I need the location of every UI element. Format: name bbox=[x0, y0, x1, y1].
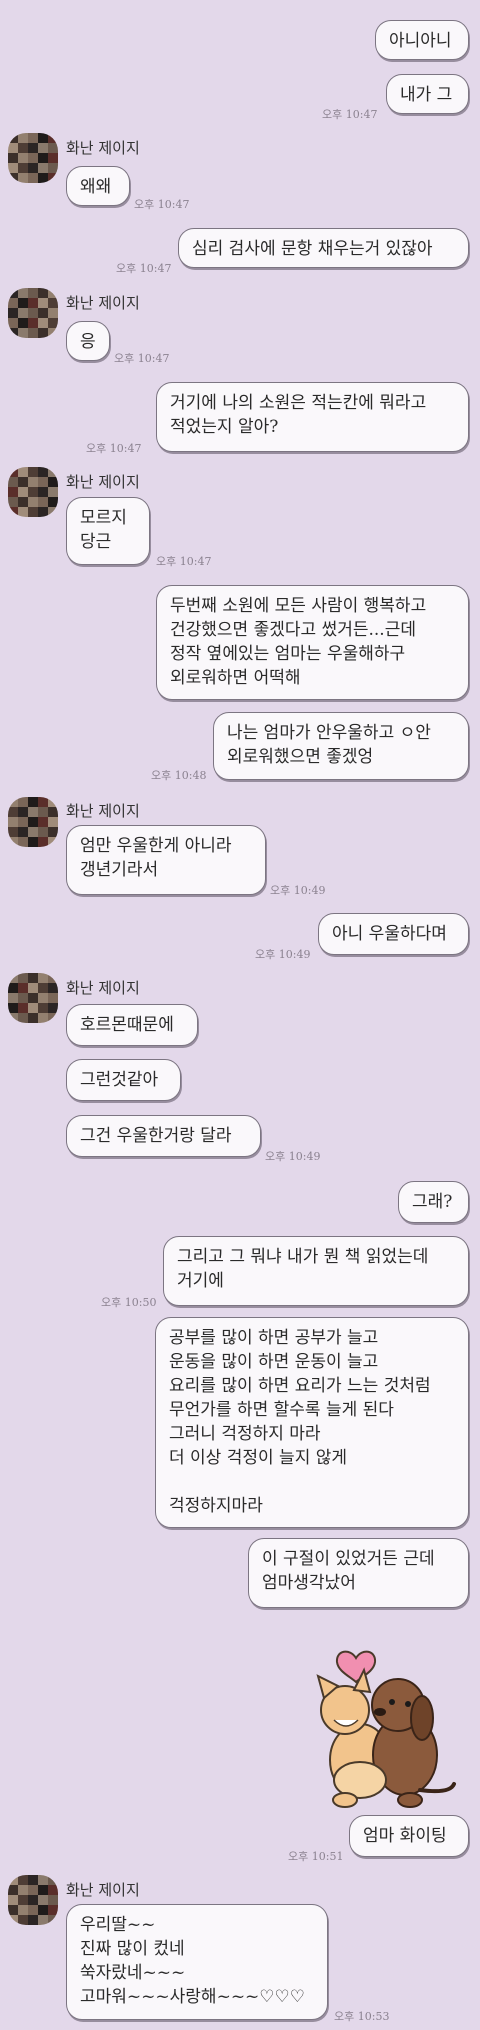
timestamp: 오후 10:47 bbox=[156, 555, 212, 568]
message-bubble-sent[interactable]: 아니 우울하다며 bbox=[318, 913, 469, 955]
avatar[interactable] bbox=[8, 288, 58, 338]
message-bubble-received[interactable]: 모르지 당근 bbox=[66, 497, 150, 565]
sender-name: 화난 제이지 bbox=[66, 139, 140, 157]
sender-name: 화난 제이지 bbox=[66, 802, 140, 820]
avatar[interactable] bbox=[8, 133, 58, 183]
timestamp: 오후 10:49 bbox=[270, 884, 326, 897]
dogs-hugging-heart-sticker[interactable] bbox=[310, 1640, 460, 1810]
message-bubble-sent[interactable]: 이 구절이 있었거든 근데 엄마생각났어 bbox=[248, 1538, 469, 1608]
message-bubble-received[interactable]: 엄만 우울한게 아니라 갱년기라서 bbox=[66, 825, 266, 895]
timestamp: 오후 10:53 bbox=[334, 2010, 390, 2023]
message-bubble-received[interactable]: 호르몬때문에 bbox=[66, 1004, 198, 1046]
sender-name: 화난 제이지 bbox=[66, 294, 140, 312]
timestamp: 오후 10:47 bbox=[86, 442, 142, 455]
message-bubble-received[interactable]: 우리딸~~ 진짜 많이 컸네 쑥자랐네~~~ 고마워~~~사랑해~~~♡♡♡ bbox=[66, 1904, 328, 2020]
sender-name: 화난 제이지 bbox=[66, 1881, 140, 1899]
message-bubble-sent[interactable]: 엄마 화이팅 bbox=[349, 1815, 469, 1857]
timestamp: 오후 10:47 bbox=[114, 352, 170, 365]
message-bubble-sent[interactable]: 거기에 나의 소원은 적는칸에 뭐라고 적었는지 알아? bbox=[156, 382, 469, 452]
timestamp: 오후 10:47 bbox=[116, 262, 172, 275]
message-bubble-sent[interactable]: 두번째 소원에 모든 사람이 행복하고 건강했으면 좋겠다고 썼거든...근데 … bbox=[156, 585, 469, 700]
timestamp: 오후 10:49 bbox=[255, 948, 311, 961]
message-bubble-sent[interactable]: 내가 그 bbox=[386, 74, 469, 114]
sender-name: 화난 제이지 bbox=[66, 473, 140, 491]
sender-name: 화난 제이지 bbox=[66, 979, 140, 997]
timestamp: 오후 10:49 bbox=[265, 1150, 321, 1163]
avatar[interactable] bbox=[8, 973, 58, 1023]
timestamp: 오후 10:51 bbox=[288, 1850, 344, 1863]
message-bubble-sent[interactable]: 심리 검사에 문항 채우는거 있잖아 bbox=[178, 228, 469, 268]
heart-icon bbox=[335, 1650, 377, 1684]
message-bubble-sent[interactable]: 그리고 그 뭐냐 내가 뭔 책 읽었는데 거기에 bbox=[163, 1236, 469, 1306]
timestamp: 오후 10:47 bbox=[134, 198, 190, 211]
message-bubble-sent[interactable]: 그래? bbox=[398, 1181, 469, 1223]
avatar[interactable] bbox=[8, 467, 58, 517]
timestamp: 오후 10:48 bbox=[151, 769, 207, 782]
avatar[interactable] bbox=[8, 1875, 58, 1925]
message-bubble-sent[interactable]: 아니아니 bbox=[375, 20, 469, 60]
timestamp: 오후 10:47 bbox=[322, 108, 378, 121]
message-bubble-received[interactable]: 응 bbox=[66, 321, 110, 361]
message-bubble-sent[interactable]: 나는 엄마가 안우울하고 ㅇ안 외로워했으면 좋겠엉 bbox=[213, 712, 469, 780]
message-bubble-received[interactable]: 그런것같아 bbox=[66, 1059, 181, 1101]
message-bubble-received[interactable]: 그건 우울한거랑 달라 bbox=[66, 1115, 261, 1157]
message-bubble-received[interactable]: 왜왜 bbox=[66, 166, 130, 206]
message-bubble-sent[interactable]: 공부를 많이 하면 공부가 늘고 운동을 많이 하면 운동이 늘고 요리를 많이… bbox=[155, 1317, 469, 1528]
avatar[interactable] bbox=[8, 797, 58, 847]
timestamp: 오후 10:50 bbox=[101, 1296, 157, 1309]
